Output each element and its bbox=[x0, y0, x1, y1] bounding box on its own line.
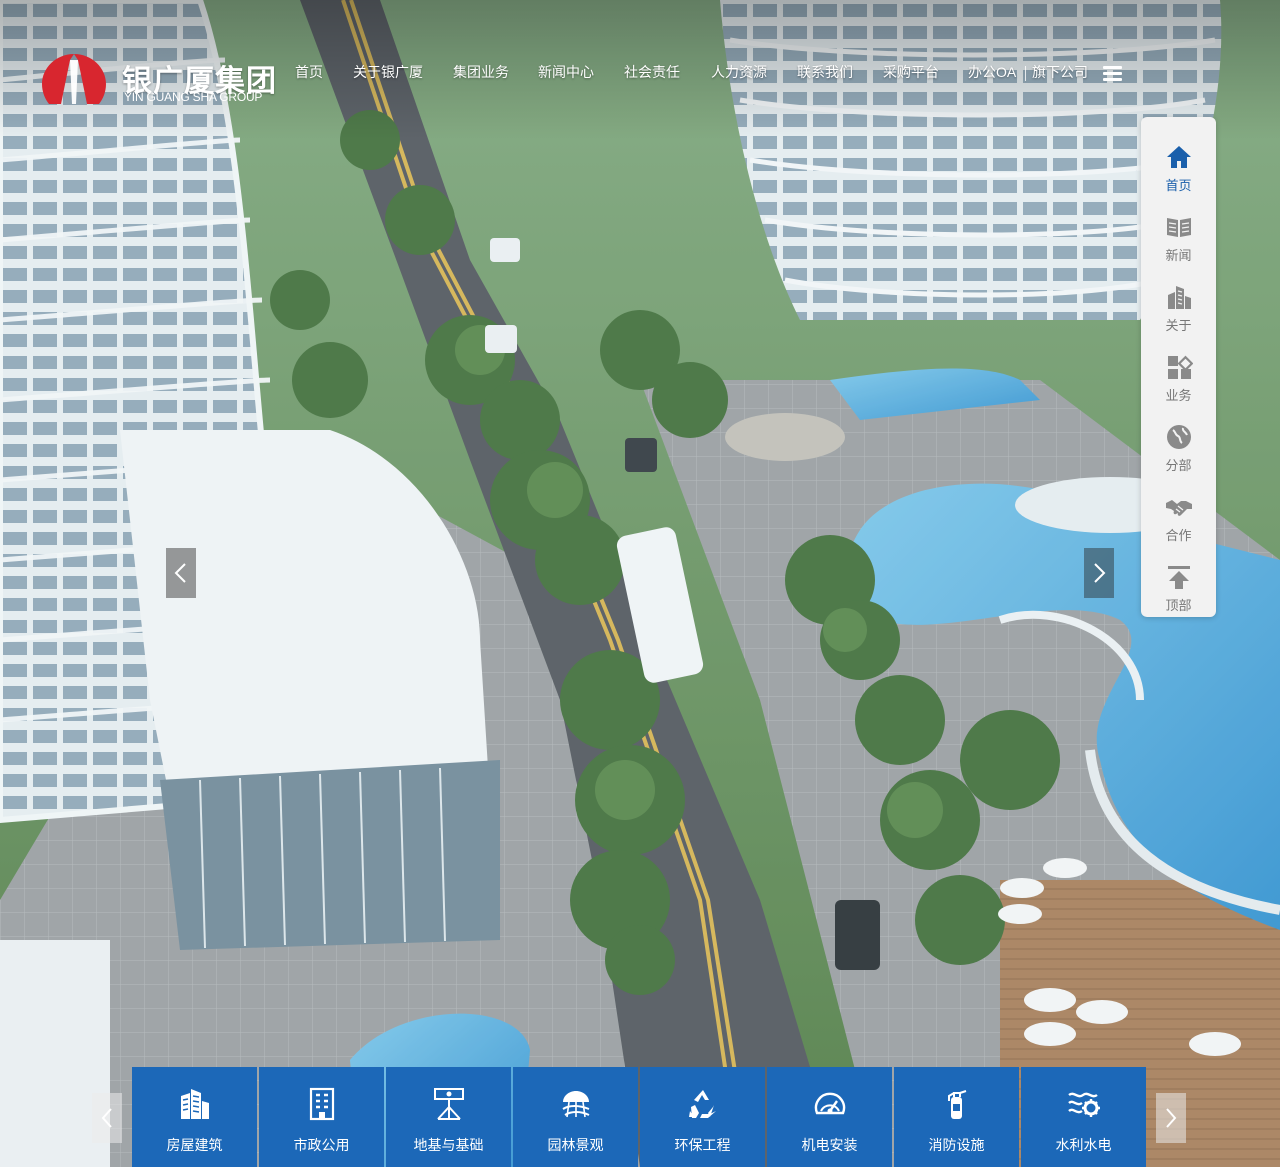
arrow-up-icon bbox=[1168, 566, 1190, 589]
toolbar-label: 关于 bbox=[1165, 318, 1192, 333]
office-icon bbox=[309, 1087, 335, 1121]
buildings-icon bbox=[1168, 286, 1191, 309]
site-header: 银广厦集团 YIN GUANG SHA GROUP 首页 关于银广厦 集团业务 … bbox=[0, 0, 1280, 140]
garden-icon bbox=[562, 1091, 590, 1118]
nav-item-about[interactable]: 关于银广厦 bbox=[353, 62, 423, 82]
business-item-municipal[interactable]: 市政公用 bbox=[259, 1067, 384, 1167]
toolbar-item-cooperation[interactable]: 合作 bbox=[1141, 479, 1216, 549]
nav-item-oa[interactable]: 办公OA bbox=[968, 62, 1016, 82]
business-item-environment[interactable]: 环保工程 bbox=[640, 1067, 765, 1167]
business-bar: 房屋建筑 市政公用 地基与基础 园林景观 环保工程 机电安装 消防设施 水利水电 bbox=[132, 1067, 1146, 1167]
slider-prev-button[interactable] bbox=[166, 548, 196, 598]
toolbar-item-top[interactable]: 顶部 bbox=[1141, 549, 1216, 619]
chevron-right-icon bbox=[1166, 1108, 1177, 1128]
chevron-right-icon bbox=[1094, 563, 1106, 583]
toolbar-item-branches[interactable]: 分部 bbox=[1141, 409, 1216, 479]
nav-item-news[interactable]: 新闻中心 bbox=[538, 62, 594, 82]
business-item-foundation[interactable]: 地基与基础 bbox=[386, 1067, 511, 1167]
red-tower-logo-icon bbox=[42, 54, 106, 104]
nav-divider bbox=[1025, 66, 1026, 81]
toolbar-label: 新闻 bbox=[1165, 248, 1192, 263]
handshake-icon bbox=[1166, 500, 1192, 516]
nav-item-purchase[interactable]: 采购平台 bbox=[883, 62, 939, 82]
business-item-mep[interactable]: 机电安装 bbox=[767, 1067, 892, 1167]
toolbar-label: 合作 bbox=[1165, 528, 1192, 543]
business-item-hydro[interactable]: 水利水电 bbox=[1021, 1067, 1146, 1167]
gauge-icon bbox=[814, 1092, 846, 1115]
toolbar-label: 业务 bbox=[1165, 388, 1192, 403]
business-label: 环保工程 bbox=[674, 1137, 731, 1153]
business-label: 地基与基础 bbox=[413, 1137, 484, 1153]
toolbar-item-about[interactable]: 关于 bbox=[1141, 269, 1216, 339]
chevron-left-icon bbox=[174, 563, 186, 583]
business-item-fire[interactable]: 消防设施 bbox=[894, 1067, 1019, 1167]
water-gear-icon bbox=[1068, 1092, 1100, 1117]
chevron-left-icon bbox=[101, 1108, 112, 1128]
toolbar-item-home[interactable]: 首页 bbox=[1141, 129, 1216, 199]
toolbar-label: 顶部 bbox=[1165, 598, 1192, 613]
toolbar-label: 首页 bbox=[1165, 178, 1192, 193]
brand-name-en: YIN GUANG SHA GROUP bbox=[124, 90, 263, 104]
nav-item-subsidiaries[interactable]: 旗下公司 bbox=[1032, 62, 1088, 82]
business-label: 机电安装 bbox=[801, 1137, 858, 1153]
toolbar-label: 分部 bbox=[1165, 458, 1192, 473]
business-next-button[interactable] bbox=[1156, 1093, 1186, 1143]
nav-item-business[interactable]: 集团业务 bbox=[453, 62, 509, 82]
toolbar-item-news[interactable]: 新闻 bbox=[1141, 199, 1216, 269]
business-label: 水利水电 bbox=[1055, 1137, 1112, 1153]
hamburger-icon[interactable] bbox=[1103, 66, 1122, 82]
foundation-icon bbox=[434, 1088, 464, 1120]
business-label: 市政公用 bbox=[293, 1137, 350, 1153]
business-prev-button[interactable] bbox=[92, 1093, 122, 1143]
book-icon bbox=[1167, 218, 1191, 237]
cubes-icon bbox=[1168, 355, 1193, 379]
brand-logo[interactable]: 银广厦集团 YIN GUANG SHA GROUP bbox=[40, 52, 276, 108]
business-item-housing[interactable]: 房屋建筑 bbox=[132, 1067, 257, 1167]
nav-item-hr[interactable]: 人力资源 bbox=[711, 62, 767, 82]
home-icon bbox=[1167, 146, 1191, 168]
extinguisher-icon bbox=[948, 1090, 967, 1119]
nav-item-contact[interactable]: 联系我们 bbox=[797, 62, 853, 82]
recycle-icon bbox=[689, 1090, 716, 1118]
business-label: 房屋建筑 bbox=[166, 1137, 223, 1153]
slider-next-button[interactable] bbox=[1084, 548, 1114, 598]
globe-icon bbox=[1167, 425, 1191, 449]
floating-toolbar: 首页 新闻 关于 业务 分部 合作 顶部 bbox=[1141, 117, 1216, 617]
toolbar-item-business[interactable]: 业务 bbox=[1141, 339, 1216, 409]
nav-item-home[interactable]: 首页 bbox=[295, 62, 323, 82]
nav-item-csr[interactable]: 社会责任 bbox=[624, 62, 680, 82]
building-icon bbox=[181, 1089, 209, 1119]
business-label: 消防设施 bbox=[928, 1137, 985, 1153]
business-label: 园林景观 bbox=[547, 1137, 604, 1153]
business-item-landscape[interactable]: 园林景观 bbox=[513, 1067, 638, 1167]
